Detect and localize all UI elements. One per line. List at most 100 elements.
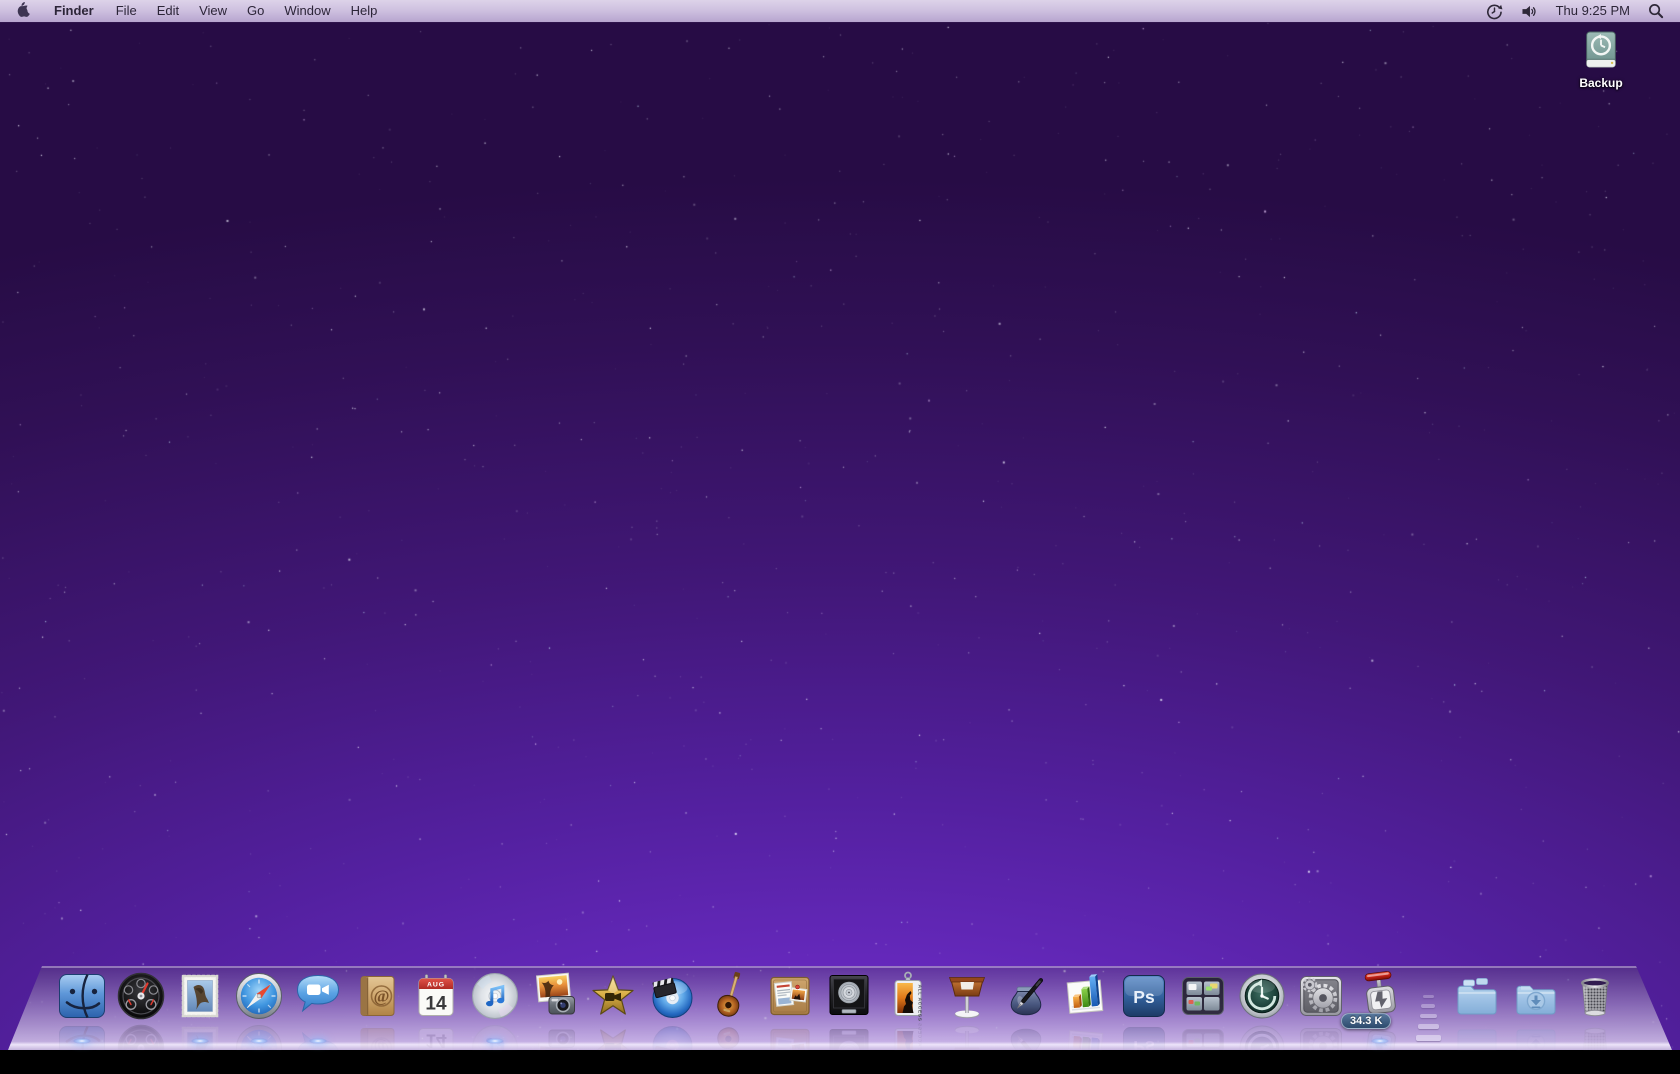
logic-pro-pass-icon-reflection: ALL ACCESS (882, 1022, 934, 1074)
dock-item-safari[interactable] (229, 950, 288, 1071)
svg-text:ALL ACCESS: ALL ACCESS (916, 1022, 922, 1059)
dock-item-folderdl[interactable] (1506, 950, 1565, 1059)
menu-clock[interactable]: Thu 9:25 PM (1547, 0, 1639, 22)
garageband-icon (705, 970, 757, 1022)
dock-item-sysprefs[interactable] (1291, 950, 1350, 1068)
address-book-icon-reflection: @ (351, 1022, 403, 1074)
documents-stack-icon (1451, 970, 1503, 1022)
iphoto-icon-reflection (528, 1022, 580, 1074)
photoshop-icon-reflection: Ps (1118, 1022, 1170, 1074)
dock-item-allaccess[interactable]: ALL ACCESS ALL ACCESS (878, 950, 937, 1073)
ichat-icon-reflection (292, 1022, 344, 1074)
volume-menu-icon[interactable] (1512, 0, 1547, 22)
dock-item-ical[interactable]: AUG 14 AUG 14 (406, 950, 465, 1070)
keynote-icon (941, 970, 993, 1022)
keynote-icon-reflection (941, 1022, 993, 1074)
trash-icon (1569, 970, 1621, 1022)
dock-item-logicstudio[interactable] (819, 950, 878, 1069)
svg-text:14: 14 (425, 1030, 447, 1051)
dock-item-spaces[interactable] (1173, 950, 1232, 1067)
dock-item-finder[interactable] (52, 950, 111, 1071)
spotlight-menu-icon[interactable] (1639, 0, 1673, 22)
iweb-icon-reflection (764, 1022, 816, 1074)
dock: @ @ AUG 14 AUG 14 ALL ACCESS ALL ACCESS Ps Ps 34.3… (0, 950, 1680, 1073)
dock-item-timemachine[interactable] (1232, 950, 1291, 1071)
dock-item-imovie[interactable] (583, 950, 642, 1069)
running-indicator (308, 1038, 327, 1044)
dashboard-icon-reflection (115, 1022, 167, 1074)
dock-item-mail[interactable] (170, 950, 229, 1070)
menu-file[interactable]: File (106, 0, 147, 22)
logic-studio-record-icon-reflection (823, 1022, 875, 1074)
menu-edit[interactable]: Edit (147, 0, 189, 22)
dock-item-keynote[interactable] (937, 950, 996, 1067)
running-indicator (249, 1038, 268, 1044)
starfield (0, 0, 1680, 1050)
dock-item-garageband[interactable] (701, 950, 760, 1073)
numbers-icon (1059, 970, 1111, 1022)
menu-window[interactable]: Window (274, 0, 340, 22)
running-indicator (1370, 1038, 1389, 1044)
menu-bar-status: Thu 9:25 PM (1477, 0, 1680, 22)
dock-item-idvd[interactable] (642, 950, 701, 1067)
menu-bar: Finder File Edit View Go Window Help Thu 9:25 … (0, 0, 1680, 22)
menu-help[interactable]: Help (341, 0, 388, 22)
dock-item-ichat[interactable] (288, 950, 347, 1070)
dashboard-icon (115, 970, 167, 1022)
pages-icon (1000, 970, 1052, 1022)
ical-icon: AUG 14 (410, 970, 462, 1022)
downloads-folder-icon (1510, 970, 1562, 1022)
desktop-icon-backup[interactable]: Backup (1562, 26, 1640, 90)
documents-stack-icon-reflection (1451, 1022, 1503, 1074)
svg-text:AUG: AUG (426, 981, 444, 988)
time-machine-menu-icon[interactable] (1477, 0, 1512, 22)
idvd-icon-reflection (646, 1022, 698, 1074)
finder-icon-reflection (56, 1022, 108, 1074)
dock-item-itunes[interactable] (465, 950, 524, 1071)
safari-icon (233, 970, 285, 1022)
menu-bar-left: Finder File Edit View Go Window Help (0, 0, 387, 22)
dock-item-folderdocs[interactable] (1447, 950, 1506, 1066)
menu-go[interactable]: Go (237, 0, 274, 22)
spaces-icon-reflection (1177, 1022, 1229, 1074)
iweb-icon (764, 970, 816, 1022)
speed-download-icon-reflection (1354, 1022, 1406, 1074)
svg-text:Ps: Ps (1133, 1037, 1155, 1057)
ical-icon-reflection: AUG 14 (410, 1022, 462, 1074)
menu-view[interactable]: View (189, 0, 237, 22)
apple-menu[interactable] (0, 0, 42, 22)
dock-item-dashboard[interactable] (111, 950, 170, 1072)
svg-text:Ps: Ps (1133, 987, 1155, 1007)
system-preferences-icon-reflection (1295, 1022, 1347, 1074)
system-preferences-icon (1295, 970, 1347, 1022)
photoshop-icon: Ps (1118, 970, 1170, 1022)
downloads-folder-icon-reflection (1510, 1022, 1562, 1074)
logic-pro-pass-icon: ALL ACCESS (882, 970, 934, 1022)
dock-item-trash[interactable] (1565, 950, 1624, 1066)
dock-item-speeddownload[interactable]: 34.3 K (1341, 950, 1409, 1073)
itunes-icon-reflection (469, 1022, 521, 1074)
time-machine-drive-icon (1577, 26, 1625, 74)
svg-text:AUG: AUG (426, 1056, 444, 1063)
trash-icon-reflection (1569, 1022, 1621, 1074)
time-machine-icon (1236, 970, 1288, 1022)
running-indicator (485, 1038, 504, 1044)
dock-item-numbers[interactable] (1055, 950, 1114, 1070)
dock-item-photoshop[interactable]: Ps Ps (1114, 950, 1173, 1069)
running-indicator (190, 1038, 209, 1044)
menu-finder[interactable]: Finder (42, 0, 106, 22)
mail-icon (174, 970, 226, 1022)
dock-item-iweb[interactable] (760, 950, 819, 1068)
garageband-icon-reflection (705, 1022, 757, 1074)
dock-item-addressbook[interactable]: @ @ (347, 950, 406, 1068)
dock-item-pages[interactable] (996, 950, 1055, 1066)
dock-items: @ @ AUG 14 AUG 14 ALL ACCESS ALL ACCESS Ps Ps 34.3… (52, 950, 1624, 1073)
svg-text:@: @ (373, 987, 389, 1006)
mail-icon-reflection (174, 1022, 226, 1074)
pages-icon-reflection (1000, 1022, 1052, 1074)
dock-item-iphoto[interactable] (524, 950, 583, 1072)
download-speed-badge: 34.3 K (1341, 1013, 1392, 1029)
logic-studio-record-icon (823, 970, 875, 1022)
running-indicator (72, 1038, 91, 1044)
safari-icon-reflection (233, 1022, 285, 1074)
